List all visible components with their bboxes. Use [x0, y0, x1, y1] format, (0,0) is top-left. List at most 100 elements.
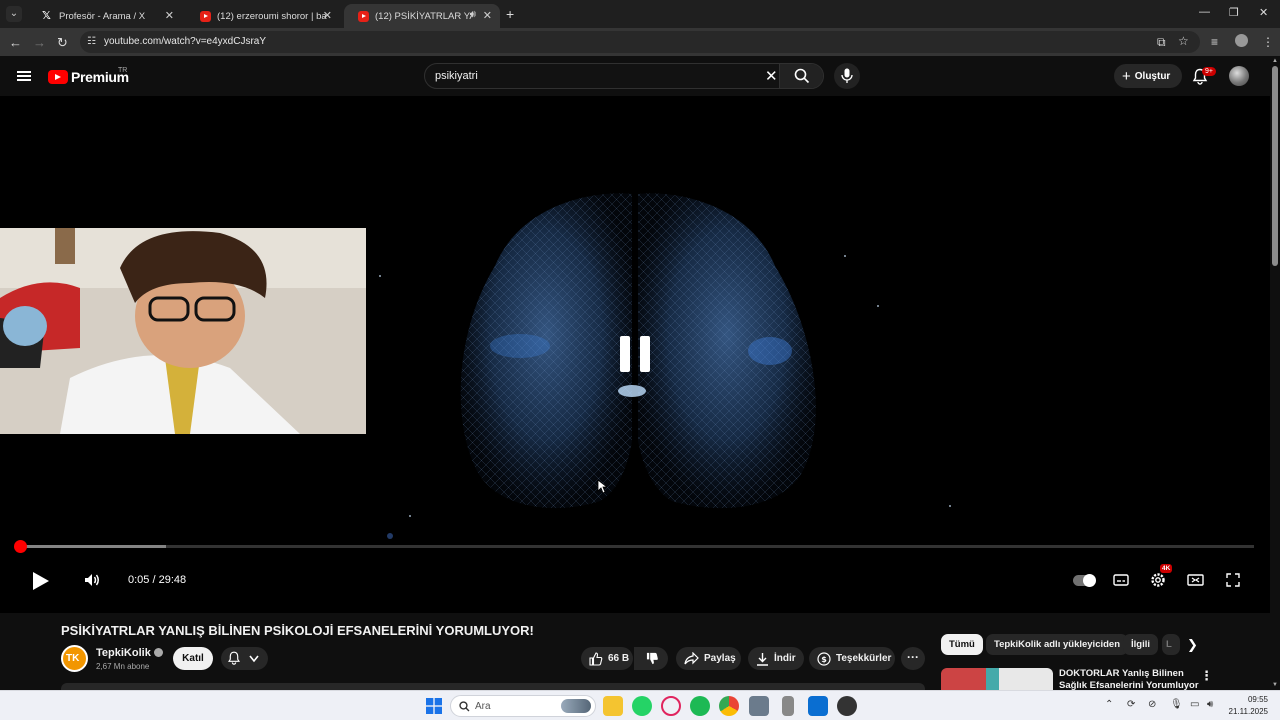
tab-close-icon[interactable]: ✕: [483, 9, 492, 22]
taskbar-search-placeholder: Ara: [475, 701, 491, 712]
youtube-header: Premium TR psikiyatri ✕ + Oluştur 9+: [0, 56, 1280, 96]
file-explorer-icon[interactable]: [603, 696, 623, 716]
youtube-premium-logo[interactable]: Premium: [48, 69, 129, 85]
tab-title: (12) erzeroumi shoror | balıkesir: [217, 10, 327, 22]
back-button[interactable]: ←: [9, 35, 22, 50]
camera-app-icon[interactable]: [749, 696, 769, 716]
profile-avatar[interactable]: [1235, 34, 1248, 47]
plus-icon: +: [1122, 67, 1131, 85]
whatsapp-icon[interactable]: [632, 696, 652, 716]
speaker-tray-icon[interactable]: 🔊︎: [1207, 699, 1213, 710]
quality-badge: 4K: [1160, 564, 1173, 573]
subtitles-icon[interactable]: [1113, 571, 1129, 589]
media-controls-icon[interactable]: ≡: [1211, 35, 1218, 49]
tab-search-menu-button[interactable]: ⌄: [6, 6, 22, 22]
search-input[interactable]: psikiyatri: [435, 70, 478, 82]
restore-button[interactable]: ❐: [1229, 6, 1239, 19]
sync-icon[interactable]: ⟳: [1127, 699, 1135, 710]
channel-name[interactable]: TepkiKolik: [96, 647, 151, 659]
site-info-icon[interactable]: ☷: [87, 36, 99, 48]
create-label: Oluştur: [1134, 70, 1171, 82]
network-off-icon[interactable]: ⊘: [1148, 699, 1156, 710]
forward-button[interactable]: →: [33, 35, 46, 50]
chip-all[interactable]: Tümü: [941, 634, 983, 655]
browser-tab-active[interactable]: (12) PSİKİYATRLAR YANLIŞ B 🔊︎ ✕: [344, 4, 500, 28]
clock-time: 09:55: [1247, 695, 1268, 704]
windows-start-icon[interactable]: [426, 698, 442, 714]
video-player[interactable]: 0:05 / 29:48 4K: [0, 96, 1270, 613]
create-button[interactable]: + Oluştur: [1114, 64, 1182, 88]
steam-icon[interactable]: [837, 696, 857, 716]
scrollbar-thumb[interactable]: [1272, 66, 1278, 266]
more-actions-button[interactable]: ···: [901, 647, 925, 670]
speaker-icon[interactable]: 🔊︎: [470, 9, 476, 20]
buffered-bar: [18, 545, 167, 548]
windows-taskbar: Ara ⌃ ⟳ ⊘ 🎙︎ ▭ 🔊︎ 09:55 21.11.2025: [0, 690, 1280, 720]
spotify-icon[interactable]: [690, 696, 710, 716]
tray-chevron-up-icon[interactable]: ⌃: [1105, 699, 1113, 710]
install-app-icon[interactable]: ⧉: [1157, 35, 1166, 50]
share-button[interactable]: Paylaş: [676, 647, 741, 670]
chip-related[interactable]: İlgili: [1123, 634, 1158, 655]
time-display: 0:05 / 29:48: [128, 574, 187, 586]
page-scrollbar[interactable]: ▲ ▼: [1270, 56, 1280, 690]
tab-close-icon[interactable]: ✕: [165, 9, 174, 22]
chevron-right-icon[interactable]: ❯: [1187, 637, 1198, 653]
url-text[interactable]: youtube.com/watch?v=e4yxdCJsraY: [104, 36, 266, 47]
channel-avatar[interactable]: TK: [61, 645, 88, 672]
chrome-icon[interactable]: [719, 696, 739, 716]
vpn-app-icon[interactable]: [808, 696, 828, 716]
recommendation-more-icon[interactable]: ⋮: [1200, 668, 1213, 684]
browser-menu-icon[interactable]: ⋮: [1262, 35, 1274, 49]
tab-title: (12) PSİKİYATRLAR YANLIŞ B: [375, 10, 473, 22]
clear-search-icon[interactable]: ✕: [765, 67, 778, 85]
youtube-favicon-icon: [200, 10, 211, 22]
volume-icon[interactable]: [83, 571, 101, 589]
minimize-button[interactable]: —: [1199, 6, 1210, 18]
chevron-down-icon: [249, 655, 259, 663]
settings-gear-icon[interactable]: [1150, 571, 1166, 589]
dislike-button[interactable]: [634, 647, 668, 670]
taskbar-search[interactable]: Ara: [450, 695, 596, 717]
scrubber-handle[interactable]: [14, 540, 27, 553]
tab-close-icon[interactable]: ✕: [323, 9, 332, 22]
browser-tab[interactable]: (12) erzeroumi shoror | balıkesir ✕: [186, 4, 340, 28]
opera-icon[interactable]: [661, 696, 681, 716]
play-button[interactable]: [33, 572, 49, 590]
system-clock[interactable]: 09:55 21.11.2025: [1226, 694, 1268, 718]
search-button[interactable]: [779, 64, 823, 88]
youtube-logo-icon: [48, 70, 68, 84]
thanks-label: Teşekkürler: [836, 653, 892, 664]
window-close-button[interactable]: ✕: [1259, 6, 1268, 19]
chip-from-uploader[interactable]: TepkiKolik adlı yükleyiciden: [986, 634, 1129, 655]
theater-mode-icon[interactable]: [1187, 571, 1204, 589]
svg-text:$: $: [821, 655, 827, 664]
join-button[interactable]: Katıl: [173, 647, 213, 670]
new-tab-button[interactable]: +: [506, 6, 514, 22]
clock-date: 21.11.2025: [1228, 707, 1268, 716]
microphone-tray-icon[interactable]: 🎙︎: [1170, 699, 1183, 710]
thanks-button[interactable]: $ Teşekkürler: [809, 647, 895, 670]
channel-name-link[interactable]: TepkiKolik: [96, 647, 163, 659]
voice-search-button[interactable]: [834, 63, 860, 89]
recommendation-thumbnail[interactable]: [941, 668, 1053, 690]
search-box[interactable]: psikiyatri ✕: [424, 63, 824, 89]
download-button[interactable]: İndir: [748, 647, 804, 670]
reload-button[interactable]: ↻: [57, 35, 68, 51]
omnibox[interactable]: ☷ youtube.com/watch?v=e4yxdCJsraY ⧉ ☆: [80, 31, 1200, 53]
fullscreen-icon[interactable]: [1225, 571, 1241, 589]
bookmark-star-icon[interactable]: ☆: [1178, 34, 1189, 48]
account-avatar[interactable]: [1229, 66, 1249, 86]
subscription-bell-button[interactable]: [221, 647, 268, 670]
browser-tab[interactable]: 𝕏 Profesör - Arama / X ✕: [28, 4, 182, 28]
chip-truncated[interactable]: L: [1162, 634, 1180, 655]
pause-overlay-icon[interactable]: [620, 336, 652, 372]
usb-app-icon[interactable]: [782, 696, 794, 716]
hamburger-menu-icon[interactable]: [17, 71, 31, 81]
like-button[interactable]: 66 B: [581, 647, 633, 670]
progress-bar[interactable]: [18, 545, 1254, 548]
youtube-favicon-icon: [358, 10, 369, 22]
display-icon[interactable]: ▭: [1190, 699, 1199, 710]
autoplay-toggle[interactable]: [1073, 574, 1096, 587]
recommendation-title[interactable]: DOKTORLAR Yanlış Bilinen Sağlık Efsanele…: [1059, 668, 1199, 690]
